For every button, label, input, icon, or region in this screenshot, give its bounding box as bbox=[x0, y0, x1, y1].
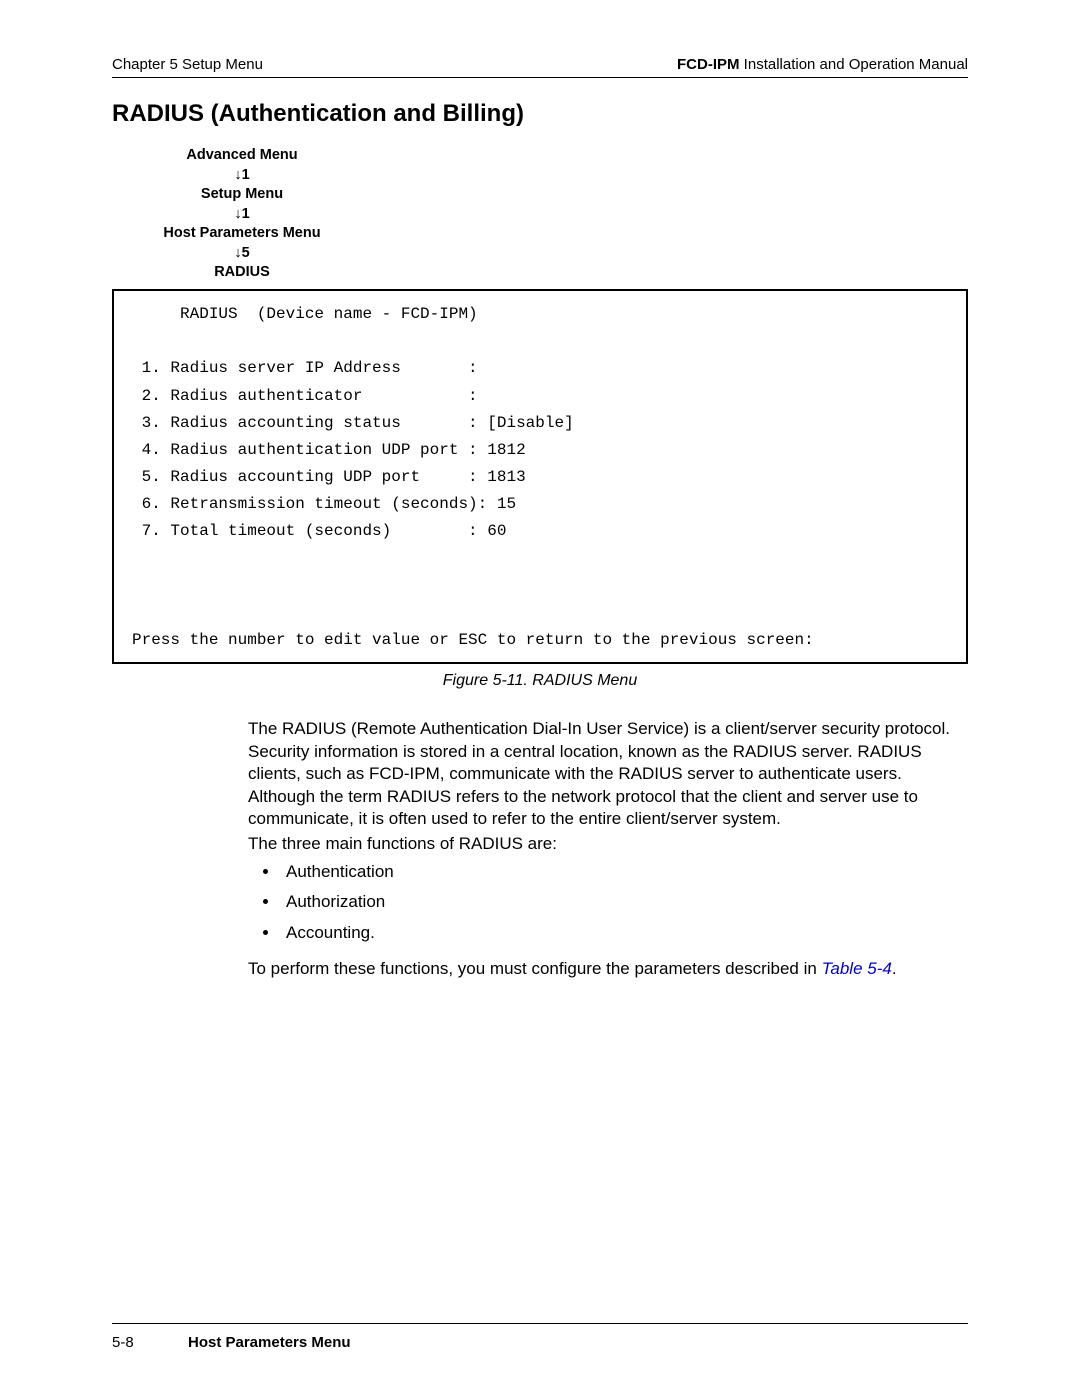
terminal-blank bbox=[132, 332, 142, 350]
bullet-list: Authentication Authorization Accounting. bbox=[248, 861, 962, 944]
terminal-row: 6. Retransmission timeout (seconds): 15 bbox=[132, 495, 516, 513]
crumb-host-parameters: Host Parameters Menu bbox=[142, 224, 342, 244]
terminal-prompt: Press the number to edit value or ESC to… bbox=[132, 631, 814, 649]
arrow-icon: ↓5 bbox=[142, 244, 342, 264]
terminal-row: 5. Radius accounting UDP port : 1813 bbox=[132, 468, 526, 486]
para-text: . bbox=[892, 959, 897, 978]
page-header: Chapter 5 Setup Menu FCD-IPM Installatio… bbox=[112, 56, 968, 78]
body-content: The RADIUS (Remote Authentication Dial-I… bbox=[248, 718, 962, 980]
terminal-row: 3. Radius accounting status : [Disable] bbox=[132, 414, 574, 432]
arrow-icon: ↓1 bbox=[142, 205, 342, 225]
list-item: Accounting. bbox=[280, 922, 962, 944]
paragraph: To perform these functions, you must con… bbox=[248, 958, 962, 980]
para-text: To perform these functions, you must con… bbox=[248, 959, 822, 978]
crumb-advanced-menu: Advanced Menu bbox=[142, 146, 342, 166]
list-item: Authentication bbox=[280, 861, 962, 883]
paragraph: The three main functions of RADIUS are: bbox=[248, 833, 962, 855]
figure-caption: Figure 5-11. RADIUS Menu bbox=[112, 672, 968, 690]
page-number: 5-8 bbox=[112, 1334, 188, 1351]
terminal-row: 7. Total timeout (seconds) : 60 bbox=[132, 522, 506, 540]
paragraph: The RADIUS (Remote Authentication Dial-I… bbox=[248, 718, 962, 830]
table-reference-link[interactable]: Table 5-4 bbox=[822, 959, 892, 978]
terminal-row: 2. Radius authenticator : bbox=[132, 387, 478, 405]
terminal-row: 1. Radius server IP Address : bbox=[132, 359, 478, 377]
crumb-radius: RADIUS bbox=[142, 263, 342, 283]
header-subtitle: Installation and Operation Manual bbox=[740, 56, 968, 73]
crumb-setup-menu: Setup Menu bbox=[142, 185, 342, 205]
list-item: Authorization bbox=[280, 891, 962, 913]
header-left: Chapter 5 Setup Menu bbox=[112, 56, 263, 73]
arrow-icon: ↓1 bbox=[142, 166, 342, 186]
terminal-screen: RADIUS (Device name - FCD-IPM) 1. Radius… bbox=[112, 289, 968, 664]
menu-path: Advanced Menu ↓1 Setup Menu ↓1 Host Para… bbox=[142, 146, 342, 283]
page-footer: 5-8 Host Parameters Menu bbox=[112, 1323, 968, 1351]
header-product: FCD-IPM bbox=[677, 56, 740, 73]
terminal-row: 4. Radius authentication UDP port : 1812 bbox=[132, 441, 526, 459]
footer-section: Host Parameters Menu bbox=[188, 1334, 351, 1351]
section-heading: RADIUS (Authentication and Billing) bbox=[112, 100, 968, 128]
terminal-title: RADIUS (Device name - FCD-IPM) bbox=[132, 305, 478, 323]
header-right: FCD-IPM Installation and Operation Manua… bbox=[677, 56, 968, 73]
